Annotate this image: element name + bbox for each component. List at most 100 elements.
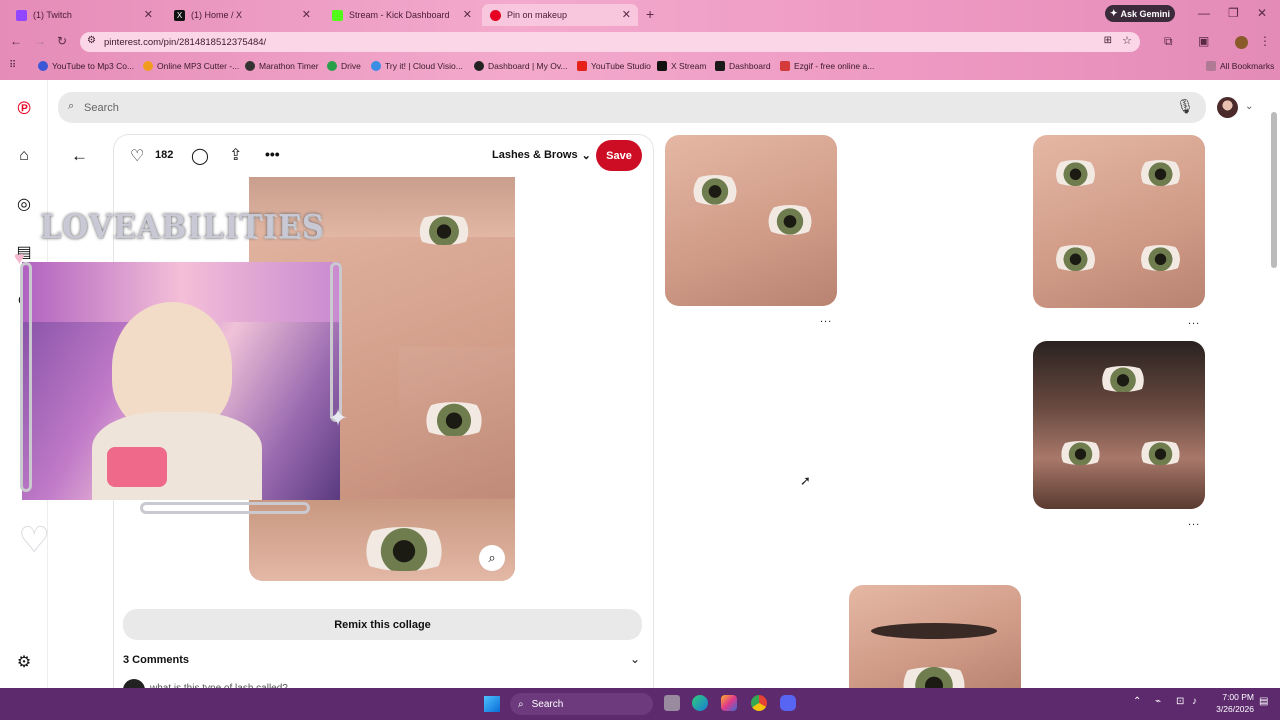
- wifi-icon[interactable]: ⊡: [1176, 696, 1184, 707]
- apps-icon[interactable]: ⠿: [9, 60, 16, 71]
- url-text: pinterest.com/pin/2814818512375484/: [104, 36, 267, 48]
- close-icon[interactable]: ✕: [302, 8, 311, 21]
- task-view-icon[interactable]: [664, 695, 680, 711]
- chevron-down-icon[interactable]: ⌄: [630, 652, 640, 666]
- eye-image: [889, 667, 979, 688]
- chevron-down-icon[interactable]: ⌄: [1245, 101, 1253, 112]
- pin-more-icon[interactable]: ...: [1188, 315, 1200, 327]
- more-options-icon[interactable]: •••: [265, 146, 280, 162]
- brow-image: [871, 623, 997, 639]
- search-icon: ⌕: [68, 100, 75, 112]
- clock[interactable]: 7:00 PM 3/26/2026: [1208, 691, 1254, 715]
- board-selector[interactable]: Lashes & Brows ⌄: [492, 149, 591, 162]
- explore-icon[interactable]: ◎: [14, 194, 34, 214]
- heart-charm-icon: ♡: [18, 519, 51, 560]
- sidepanel-icon[interactable]: ▣: [1198, 34, 1209, 48]
- tray-chevron-icon[interactable]: ⌃: [1133, 696, 1141, 707]
- remix-button[interactable]: Remix this collage: [123, 609, 642, 640]
- edge-icon[interactable]: [692, 695, 708, 711]
- pin-more-icon[interactable]: ...: [1188, 516, 1200, 528]
- search-icon: ⌕: [518, 698, 524, 710]
- home-icon[interactable]: ⌂: [14, 146, 34, 166]
- settings-icon[interactable]: ⚙: [14, 652, 34, 672]
- network-icon[interactable]: ⌁: [1155, 696, 1161, 707]
- eye-image: [1093, 366, 1153, 392]
- pink-mug: [107, 447, 167, 487]
- site-info-icon[interactable]: ⚙: [87, 35, 96, 46]
- bookmark-label: Drive: [341, 61, 361, 71]
- pinterest-icon: [490, 9, 501, 21]
- tab-label: (1) Home / X: [191, 10, 243, 20]
- tab-kick[interactable]: Stream - Kick Dashboard ✕: [324, 4, 479, 26]
- related-pin[interactable]: [665, 135, 837, 306]
- search-bar[interactable]: ⌕ Search 🎙: [58, 92, 1206, 123]
- search-placeholder: Search: [84, 101, 119, 114]
- visual-search-icon[interactable]: ⌕: [479, 545, 505, 571]
- tab-pinterest[interactable]: Pin on makeup ✕: [482, 4, 638, 26]
- back-arrow-icon[interactable]: ←: [71, 146, 88, 166]
- pinterest-logo-icon[interactable]: ℗: [14, 98, 34, 118]
- bookmark-item[interactable]: YouTube to Mp3 Co...: [38, 61, 134, 71]
- taskbar-search[interactable]: ⌕ Search: [510, 693, 653, 715]
- copilot-icon[interactable]: [721, 695, 737, 711]
- close-icon[interactable]: ✕: [622, 8, 631, 21]
- bookmark-label: Marathon Timer: [259, 61, 319, 71]
- eye-image: [1133, 245, 1188, 271]
- browser-chrome: (1) Twitch ✕ X (1) Home / X ✕ Stream - K…: [0, 0, 1280, 80]
- bookmark-item[interactable]: Marathon Timer: [245, 61, 319, 71]
- chrome-icon[interactable]: [751, 695, 767, 711]
- bookmark-star-icon[interactable]: ☆: [1122, 34, 1132, 47]
- all-bookmarks[interactable]: All Bookmarks: [1206, 61, 1274, 71]
- address-bar[interactable]: ⚙ pinterest.com/pin/2814818512375484/ ⊞ …: [80, 32, 1140, 52]
- notification-icon[interactable]: ▤: [1259, 696, 1268, 707]
- new-tab-button[interactable]: +: [646, 6, 654, 22]
- microphone-icon[interactable]: 🎙: [1176, 98, 1194, 115]
- tab-x[interactable]: X (1) Home / X ✕: [166, 4, 318, 26]
- window-close-button[interactable]: ✕: [1257, 6, 1267, 20]
- close-icon[interactable]: ✕: [144, 8, 153, 21]
- heart-icon[interactable]: ♡: [130, 146, 144, 166]
- twitch-icon: [16, 9, 27, 21]
- bookmark-item[interactable]: YouTube Studio: [577, 61, 651, 71]
- forward-icon[interactable]: →: [34, 34, 46, 48]
- save-button[interactable]: Save: [596, 140, 642, 171]
- gemini-icon: ✦: [1109, 8, 1118, 18]
- clock-date: 3/26/2026: [1216, 704, 1254, 714]
- tab-twitch[interactable]: (1) Twitch ✕: [8, 4, 160, 26]
- related-pin[interactable]: [1033, 135, 1205, 308]
- start-icon[interactable]: [484, 696, 500, 712]
- ask-gemini-button[interactable]: ✦ Ask Gemini: [1105, 5, 1175, 22]
- eye-image: [760, 205, 820, 235]
- share-icon[interactable]: ⇪: [229, 145, 242, 165]
- bookmark-item[interactable]: X Stream: [657, 61, 706, 71]
- bookmark-item[interactable]: Drive: [327, 61, 361, 71]
- profile-avatar[interactable]: [1235, 36, 1248, 49]
- related-pin[interactable]: [1033, 341, 1205, 509]
- discord-icon[interactable]: [780, 695, 796, 711]
- volume-icon[interactable]: ♪: [1192, 696, 1197, 707]
- reload-icon[interactable]: ↻: [57, 34, 67, 48]
- streamer-logo: LOVEABILITIES: [40, 208, 325, 247]
- minimize-button[interactable]: —: [1198, 6, 1210, 20]
- heart-charm-icon: ♥: [14, 248, 25, 268]
- scrollbar-thumb[interactable]: [1271, 112, 1277, 268]
- pin-more-icon[interactable]: ...: [820, 313, 832, 325]
- related-pin[interactable]: [849, 585, 1021, 688]
- bookmark-item[interactable]: Online MP3 Cutter -...: [143, 61, 239, 71]
- eye-image: [414, 402, 494, 436]
- user-avatar[interactable]: [1217, 97, 1238, 118]
- bookmark-item[interactable]: Ezgif - free online a...: [780, 61, 874, 71]
- bookmark-item[interactable]: Dashboard: [715, 61, 771, 71]
- eye-image: [685, 175, 745, 205]
- maximize-button[interactable]: ❐: [1228, 6, 1239, 20]
- extensions-icon[interactable]: ⧉: [1164, 34, 1173, 49]
- bookmark-item[interactable]: Try it! | Cloud Visio...: [371, 61, 463, 71]
- close-icon[interactable]: ✕: [463, 8, 472, 21]
- comment-icon[interactable]: ◯: [191, 146, 209, 166]
- install-icon[interactable]: ⊞: [1104, 35, 1112, 46]
- clock-time: 7:00 PM: [1222, 692, 1254, 702]
- bookmark-item[interactable]: Dashboard | My Ov...: [474, 61, 568, 71]
- mouse-cursor-icon: ➚: [800, 473, 811, 488]
- menu-icon[interactable]: ⋮: [1259, 34, 1271, 48]
- back-icon[interactable]: ←: [10, 34, 22, 48]
